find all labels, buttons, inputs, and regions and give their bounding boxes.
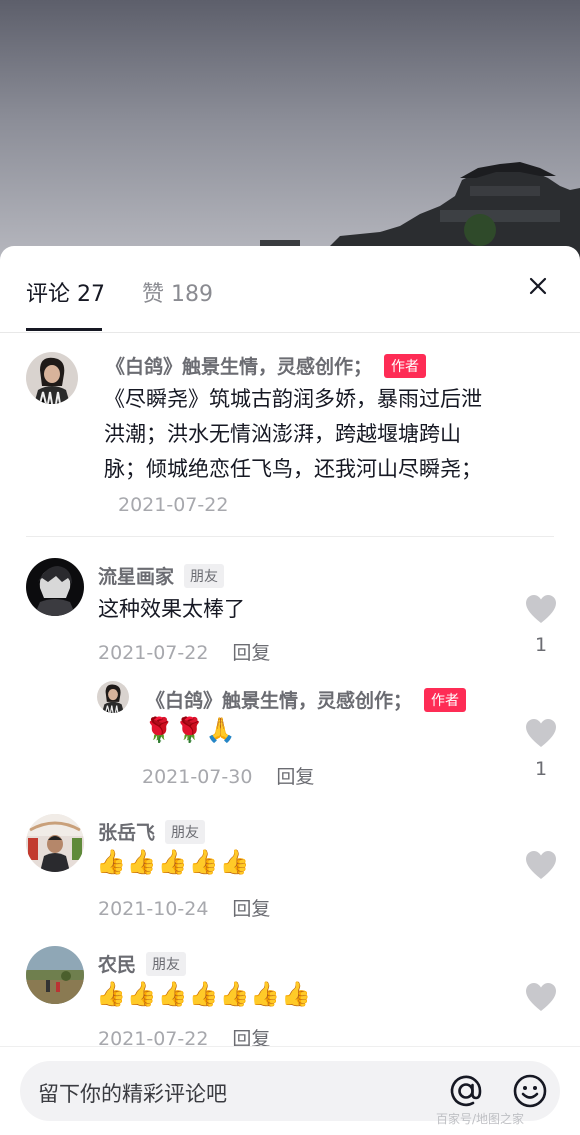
emoji-button[interactable] xyxy=(508,1069,552,1113)
comment-author-name: 流星画家 朋友 xyxy=(98,562,225,589)
comment-meta: 2021-10-24 回复 xyxy=(98,894,270,921)
reply-button[interactable]: 回复 xyxy=(232,642,270,664)
heart-icon xyxy=(526,983,556,1011)
author-name-text: 《白鸽》触景生情，灵感创作； xyxy=(106,356,373,378)
comment-author-name: 《白鸽》触景生情，灵感创作； 作者 xyxy=(106,352,427,379)
reply-button[interactable]: 回复 xyxy=(276,766,314,788)
avatar[interactable] xyxy=(26,946,84,1004)
comment-meta: 2021-07-22 回复 xyxy=(98,638,270,665)
like-count: 1 xyxy=(534,634,548,656)
reply-button[interactable]: 回复 xyxy=(232,898,270,920)
avatar[interactable] xyxy=(97,681,129,713)
comment-text: 这种效果太棒了 xyxy=(98,597,245,621)
comment-date: 2021-10-24 xyxy=(98,898,209,920)
comment-author-name: 张岳飞 朋友 xyxy=(98,818,206,845)
commenter-name: 张岳飞 xyxy=(98,822,156,844)
like-button[interactable] xyxy=(524,718,558,752)
author-badge: 作者 xyxy=(384,354,427,378)
close-button[interactable] xyxy=(522,270,554,302)
friend-badge: 朋友 xyxy=(165,820,206,844)
like-button[interactable] xyxy=(524,850,558,884)
smile-icon xyxy=(513,1074,547,1108)
divider xyxy=(26,536,554,537)
mention-button[interactable] xyxy=(444,1069,488,1113)
tab-bar: 评论 27 赞 189 xyxy=(0,246,580,333)
comment-text: 👍👍👍👍👍👍👍 xyxy=(96,980,313,1008)
avatar[interactable] xyxy=(26,558,84,616)
comment-text: 《尽瞬尧》筑城古韵润多娇，暴雨过后泄洪潮；洪水无情汹澎湃，跨越堰塘跨山脉；倾城绝… xyxy=(104,382,492,523)
like-button[interactable] xyxy=(524,594,558,628)
heart-icon xyxy=(526,595,556,623)
author-name-text: 《白鸽》触景生情，灵感创作； xyxy=(146,690,413,712)
close-icon xyxy=(529,277,547,295)
friend-badge: 朋友 xyxy=(146,952,187,976)
author-badge: 作者 xyxy=(424,688,467,712)
reply-date: 2021-07-30 xyxy=(142,766,253,788)
watermark: 百家号/地图之家 xyxy=(436,1112,525,1126)
comment-date: 2021-07-22 xyxy=(118,494,229,516)
reply-meta: 2021-07-30 回复 xyxy=(142,762,314,789)
heart-icon xyxy=(526,851,556,879)
pagoda-skyline-image xyxy=(260,162,580,270)
commenter-name: 流星画家 xyxy=(98,566,175,588)
like-count: 1 xyxy=(534,758,548,780)
comment-author-name: 农民 朋友 xyxy=(98,950,187,977)
comment-text: 👍👍👍👍👍 xyxy=(96,848,251,876)
tab-comments[interactable]: 评论 27 xyxy=(26,276,105,308)
heart-icon xyxy=(526,719,556,747)
author-post-text: 《尽瞬尧》筑城古韵润多娇，暴雨过后泄洪潮；洪水无情汹澎湃，跨越堰塘跨山脉；倾城绝… xyxy=(104,387,482,481)
avatar[interactable] xyxy=(26,352,78,404)
tab-likes[interactable]: 赞 189 xyxy=(142,276,213,308)
reply-text: 🌹🌹🙏 xyxy=(144,716,237,744)
video-background xyxy=(0,0,580,270)
at-icon xyxy=(450,1075,482,1107)
input-placeholder: 留下你的精彩评论吧 xyxy=(38,1082,227,1106)
reply-author-name: 《白鸽》触景生情，灵感创作； 作者 xyxy=(146,686,467,713)
friend-badge: 朋友 xyxy=(184,564,225,588)
like-button[interactable] xyxy=(524,982,558,1016)
comment-date: 2021-07-22 xyxy=(98,642,209,664)
active-tab-indicator xyxy=(26,328,102,331)
commenter-name: 农民 xyxy=(98,954,137,976)
avatar[interactable] xyxy=(26,814,84,872)
comments-sheet: 评论 27 赞 189 《白鸽》触景生情，灵感创作； 作者 《尽瞬尧》筑城古韵润多… xyxy=(0,246,580,1134)
